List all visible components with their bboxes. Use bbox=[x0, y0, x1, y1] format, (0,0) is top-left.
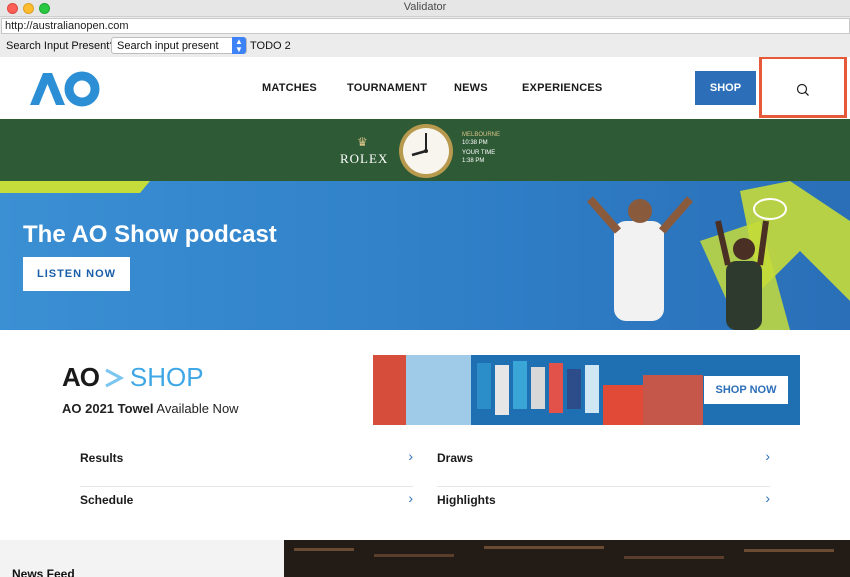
chevron-right-icon bbox=[105, 368, 125, 388]
rolex-wordmark: ROLEX bbox=[340, 151, 389, 166]
podcast-hero: The AO Show podcast LISTEN NOW bbox=[0, 181, 850, 330]
listen-now-button[interactable]: LISTEN NOW bbox=[23, 257, 130, 291]
chevron-right-icon: › bbox=[408, 448, 413, 464]
ao-shop-logo: AO SHOP bbox=[62, 362, 204, 393]
link-results-label: Results bbox=[80, 451, 124, 465]
ao-logo-icon bbox=[30, 71, 100, 107]
crown-icon: ♛ bbox=[357, 135, 368, 149]
chevron-right-icon: › bbox=[408, 490, 413, 506]
link-draws-label: Draws bbox=[437, 451, 474, 465]
search-input-select-value: Search input present bbox=[117, 40, 219, 52]
nav-experiences[interactable]: EXPERIENCES bbox=[522, 82, 602, 94]
ao-shop-logo-ao: AO bbox=[62, 362, 100, 392]
promo-subtitle: AO 2021 Towel Available Now bbox=[62, 401, 239, 416]
shop-button[interactable]: SHOP bbox=[695, 71, 756, 105]
rolex-times: MELBOURNE 10:38 PM YOUR TIME 1:38 PM bbox=[462, 131, 500, 165]
clock-icon bbox=[399, 124, 453, 178]
your-time: 1:38 PM bbox=[462, 158, 485, 164]
todo-label: TODO 2 bbox=[250, 40, 291, 52]
search-input-select[interactable]: Search input present ▲ ▼ bbox=[111, 37, 247, 54]
ao-shop-promo[interactable]: AO SHOP AO 2021 Towel Available Now SHOP… bbox=[0, 330, 850, 445]
news-feed-image[interactable] bbox=[284, 540, 850, 577]
link-results[interactable]: Results › bbox=[80, 445, 413, 487]
melbourne-time: 10:38 PM bbox=[462, 140, 488, 146]
rolex-banner[interactable]: ♛ ROLEX MELBOURNE 10:38 PM YOUR TIME 1:3… bbox=[0, 119, 850, 181]
chevron-right-icon: › bbox=[765, 448, 770, 464]
select-arrows-icon: ▲ ▼ bbox=[232, 37, 246, 54]
news-feed-panel: News Feed bbox=[0, 540, 284, 577]
nav-news[interactable]: NEWS bbox=[454, 82, 488, 94]
ao-shop-logo-shop: SHOP bbox=[129, 362, 204, 392]
window-titlebar: Validator bbox=[0, 0, 850, 17]
link-highlights-label: Highlights bbox=[437, 493, 496, 507]
chevron-right-icon: › bbox=[765, 490, 770, 506]
promo-subtitle-bold: AO 2021 Towel bbox=[62, 401, 154, 416]
window-title: Validator bbox=[403, 1, 447, 13]
link-highlights[interactable]: Highlights › bbox=[437, 487, 770, 529]
towel-banner[interactable]: SHOP NOW bbox=[373, 355, 800, 425]
search-input-present-label: Search Input Present? bbox=[6, 40, 116, 52]
validator-toolbar: Search Input Present? Search input prese… bbox=[0, 35, 850, 57]
nav-matches[interactable]: MATCHES bbox=[262, 82, 317, 94]
web-page: MATCHES TOURNAMENT NEWS EXPERIENCES SHOP… bbox=[0, 57, 850, 577]
ao-logo[interactable] bbox=[30, 71, 100, 112]
site-header: MATCHES TOURNAMENT NEWS EXPERIENCES SHOP bbox=[0, 57, 850, 119]
promo-subtitle-rest: Available Now bbox=[156, 401, 239, 416]
hero-background-art bbox=[0, 181, 850, 330]
search-icon bbox=[796, 83, 809, 96]
hero-title: The AO Show podcast bbox=[23, 221, 277, 248]
nav-tournament[interactable]: TOURNAMENT bbox=[347, 82, 427, 94]
link-draws[interactable]: Draws › bbox=[437, 445, 770, 487]
search-button[interactable] bbox=[759, 57, 847, 118]
link-schedule-label: Schedule bbox=[80, 493, 134, 507]
shop-now-button[interactable]: SHOP NOW bbox=[704, 376, 788, 404]
url-field[interactable]: http://australianopen.com bbox=[1, 18, 850, 34]
quick-links: Results › Draws › Schedule › Highlights … bbox=[0, 445, 850, 540]
news-feed-label: News Feed bbox=[12, 567, 75, 577]
link-schedule[interactable]: Schedule › bbox=[80, 487, 413, 529]
stadium-photo bbox=[284, 540, 850, 577]
melbourne-label: MELBOURNE bbox=[462, 132, 501, 138]
your-time-label: YOUR TIME bbox=[462, 150, 496, 156]
